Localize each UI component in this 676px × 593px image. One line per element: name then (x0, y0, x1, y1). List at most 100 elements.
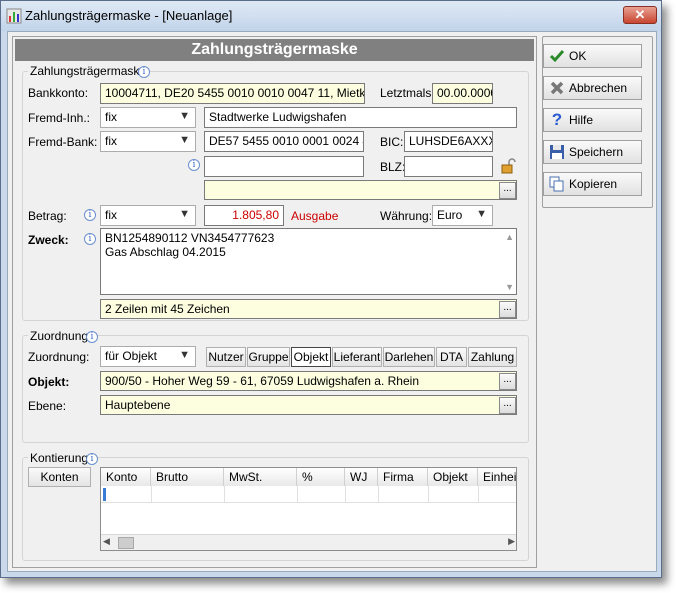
scrollbar-thumb[interactable] (118, 537, 134, 549)
tab-zahlung[interactable]: Zahlung (468, 347, 517, 367)
objekt-label: Objekt: (28, 375, 70, 389)
main-panel: Zahlungsträgermaske Zahlungsträgermaske … (12, 36, 537, 568)
close-icon: ✕ (634, 7, 646, 22)
info-icon[interactable]: i (84, 209, 96, 221)
betrag-label: Betrag: (28, 209, 67, 223)
scroll-left-icon[interactable]: ◀ (103, 536, 110, 547)
objekt-field: 900/50 - Hoher Weg 59 - 61, 67059 Ludwig… (100, 371, 517, 391)
info-icon[interactable]: i (84, 233, 96, 245)
grid-divider (478, 486, 479, 503)
grid-header-percent[interactable]: % (297, 468, 345, 486)
zuordnung-label: Zuordnung: (28, 350, 90, 364)
bankkonto-label: Bankkonto: (28, 86, 89, 100)
zweck-label: Zweck: (28, 233, 69, 247)
zweck-info-field: 2 Zeilen mit 45 Zeichen (100, 299, 517, 319)
zweck-lookup-button[interactable]: ... (499, 301, 516, 318)
bic-field[interactable]: LUHSDE6AXXX (404, 131, 493, 152)
tab-dta[interactable]: DTA (436, 347, 467, 367)
betrag-field[interactable]: 1.805,80 (204, 205, 284, 226)
zweck-textarea[interactable]: BN1254890112 VN3454777623 Gas Abschlag 0… (100, 228, 517, 295)
tab-objekt[interactable]: Objekt (291, 347, 331, 367)
betrag-mode-select[interactable]: fix ▼ (100, 205, 196, 226)
grid-header-mwst[interactable]: MwSt. (224, 468, 297, 486)
grid-divider (428, 486, 429, 503)
blz-label: BLZ: (380, 160, 406, 174)
zuordnung-mode-select[interactable]: für Objekt ▼ (100, 346, 196, 367)
waehrung-select[interactable]: Euro ▼ (432, 205, 493, 226)
scroll-right-icon[interactable]: ▶ (508, 536, 515, 547)
bank-extra-field[interactable] (204, 156, 364, 177)
horizontal-scrollbar[interactable]: ◀ ▶ (101, 534, 516, 550)
grid-header-konto[interactable]: Konto (101, 468, 151, 486)
ebene-label: Ebene: (28, 399, 67, 413)
grid-header-firma[interactable]: Firma (378, 468, 428, 486)
bic-label: BIC: (380, 135, 404, 149)
waehrung-label: Währung: (380, 209, 433, 223)
fremd-bank-mode-value: fix (105, 134, 117, 148)
speichern-button[interactable]: Speichern (543, 140, 642, 164)
zuordnung-mode-value: für Objekt (105, 349, 158, 363)
question-icon: ? (551, 110, 563, 129)
row-indicator (103, 488, 106, 501)
betrag-mode-value: fix (105, 208, 117, 222)
info-icon[interactable]: i (86, 453, 98, 465)
zweck-line-1: BN1254890112 VN3454777623 (105, 231, 275, 245)
group-label-main: Zahlungsträgermaske (28, 64, 149, 78)
grid-header-einheit[interactable]: Einheit (478, 468, 516, 486)
hilfe-button[interactable]: ? Hilfe (543, 108, 642, 132)
letztmals-label: Letztmals: (380, 86, 435, 100)
x-icon (550, 81, 564, 95)
page-title: Zahlungsträgermaske (15, 39, 534, 61)
app-icon (6, 8, 22, 24)
chevron-down-icon: ▼ (179, 349, 190, 361)
title-bar[interactable]: Zahlungsträgermaske - [Neuanlage] ✕ (1, 1, 661, 31)
bank-name-field[interactable] (204, 180, 517, 200)
dialog-window: Zahlungsträgermaske - [Neuanlage] ✕ Zahl… (0, 0, 662, 578)
scroll-up-icon[interactable]: ▲ (505, 232, 514, 242)
kopieren-label: Kopieren (569, 177, 618, 191)
info-icon[interactable]: i (86, 331, 98, 343)
table-row[interactable] (101, 486, 516, 503)
iban-field[interactable]: DE57 5455 0010 0001 0024 45 (204, 131, 364, 152)
info-icon[interactable]: i (188, 159, 200, 171)
fremd-inh-mode-select[interactable]: fix ▼ (100, 107, 196, 128)
bankkonto-field[interactable]: 10004711, DE20 5455 0010 0010 0047 11, M… (100, 83, 365, 104)
group-label-kontierung: Kontierung (28, 451, 91, 465)
kopieren-button[interactable]: Kopieren (543, 172, 642, 196)
konten-button[interactable]: Konten (28, 467, 91, 487)
grid-header-objekt[interactable]: Objekt (428, 468, 478, 486)
betrag-type: Ausgabe (291, 209, 339, 223)
window-title: Zahlungsträgermaske - [Neuanlage] (25, 8, 233, 23)
objekt-lookup-button[interactable]: ... (499, 373, 516, 390)
chevron-down-icon: ▼ (179, 134, 190, 146)
floppy-disk-icon (550, 145, 564, 159)
ok-button[interactable]: OK (543, 44, 642, 68)
chevron-down-icon: ▼ (476, 208, 487, 220)
grid-header-wj[interactable]: WJ (345, 468, 378, 486)
abbrechen-button[interactable]: Abbrechen (543, 76, 642, 100)
grid-divider (345, 486, 346, 503)
tab-gruppe[interactable]: Gruppe (247, 347, 290, 367)
checkmark-icon (549, 50, 565, 63)
group-label-zuordnung: Zuordnung (28, 329, 91, 343)
fremd-bank-mode-select[interactable]: fix ▼ (100, 131, 196, 152)
chevron-down-icon: ▼ (179, 110, 190, 122)
bank-lookup-button[interactable]: ... (499, 182, 516, 199)
grid-divider (297, 486, 298, 503)
tab-darlehen[interactable]: Darlehen (383, 347, 435, 367)
ok-label: OK (569, 49, 587, 63)
fremd-inh-field[interactable]: Stadtwerke Ludwigshafen (204, 107, 517, 128)
grid-header-brutto[interactable]: Brutto (151, 468, 224, 486)
info-icon[interactable]: i (138, 66, 150, 78)
tab-nutzer[interactable]: Nutzer (206, 347, 246, 367)
letztmals-field[interactable]: 00.00.0000 (432, 83, 493, 104)
close-button[interactable]: ✕ (623, 6, 657, 24)
blz-field[interactable] (404, 156, 493, 177)
ebene-field: Hauptebene (100, 395, 517, 415)
scroll-down-icon[interactable]: ▼ (505, 282, 514, 292)
lock-icon[interactable] (500, 157, 516, 175)
kontierung-grid[interactable]: Konto Brutto MwSt. % WJ Firma Objekt Ein… (100, 467, 517, 551)
abbrechen-label: Abbrechen (569, 81, 628, 95)
tab-lieferant[interactable]: Lieferant (332, 347, 382, 367)
ebene-lookup-button[interactable]: ... (499, 397, 516, 414)
